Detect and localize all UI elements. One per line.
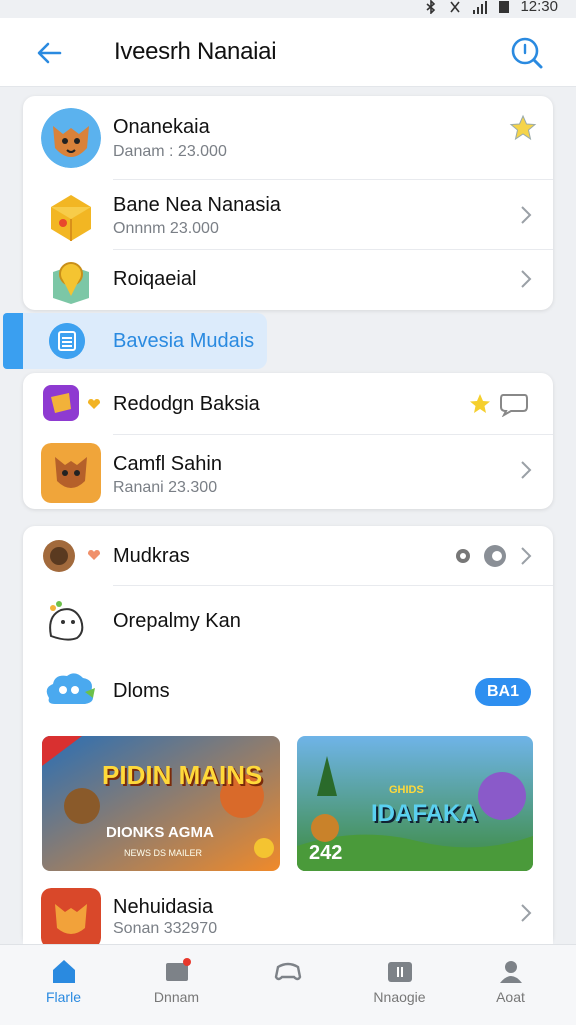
banner-subtitle: GHIDS xyxy=(389,784,424,796)
banner-title: IDAFAKA xyxy=(371,800,478,827)
map-pin-icon xyxy=(53,262,89,304)
item-title: Mudkras xyxy=(113,545,190,567)
ghost-icon xyxy=(49,601,84,641)
nav-label: Aoat xyxy=(496,989,525,1005)
banner-caption: NEWS DS MAILER xyxy=(124,848,203,858)
banner-subtitle: DIONKS AGMA xyxy=(106,824,214,841)
selected-nav-item[interactable]: Bavesia Mudais xyxy=(3,313,267,369)
item-title: Nehuidasia xyxy=(113,896,214,918)
nav-label: Nnaogie xyxy=(373,989,426,1005)
status-bar: 12:30 xyxy=(0,0,576,18)
selected-item-label: Bavesia Mudais xyxy=(113,330,255,352)
cloud-game-icon xyxy=(46,673,95,704)
item-title: Camfl Sahin xyxy=(113,453,222,475)
banner-card[interactable]: PIDIN MAINS DIONKS AGMA NEWS DS MAILER xyxy=(42,736,280,871)
item-subtitle: Danam : 23.000 xyxy=(113,143,227,160)
item-title: Roiqaeial xyxy=(113,268,197,290)
banner-card[interactable]: GHIDS IDAFAKA 242 xyxy=(297,736,533,871)
fox-game-icon xyxy=(41,443,101,503)
home-icon xyxy=(53,960,75,983)
star-icon[interactable] xyxy=(509,114,537,142)
item-title: Redodgn Baksia xyxy=(113,393,260,415)
nav-folder[interactable]: Nnaogie xyxy=(342,945,457,1025)
nav-label: Flarle xyxy=(45,989,81,1005)
list-item[interactable]: Roiqaeial xyxy=(23,250,553,310)
list-item[interactable]: Orepalmy Kan xyxy=(23,586,553,656)
status-time: 12:30 xyxy=(520,0,558,15)
profile-icon xyxy=(500,961,522,983)
cube-game-icon xyxy=(51,195,91,241)
media-icon xyxy=(166,958,191,981)
list-item[interactable]: Dloms xyxy=(23,656,553,726)
banner-caption: 242 xyxy=(309,842,343,864)
settings-icon[interactable] xyxy=(453,546,473,566)
toggle-icon[interactable] xyxy=(481,544,509,568)
chevron-right-icon xyxy=(521,270,532,288)
count-badge: BA1 xyxy=(475,678,531,706)
list-icon xyxy=(49,323,85,359)
item-title: Orepalmy Kan xyxy=(113,610,241,632)
fox-game-icon xyxy=(41,888,101,948)
item-title: Bane Nea Nanasia xyxy=(113,194,281,216)
list-item[interactable]: Onanekaia Danam : 23.000 xyxy=(23,96,553,180)
battery-icon xyxy=(499,0,510,13)
folder-icon xyxy=(388,962,412,982)
nav-media[interactable]: Dnnam xyxy=(119,945,234,1025)
bluetooth-icon xyxy=(426,0,436,14)
list-card-2: Redodgn Baksia Camfl Sahin Ranani 23.300 xyxy=(23,373,553,509)
heart-icon xyxy=(88,399,100,409)
chat-bubble-icon[interactable] xyxy=(499,391,529,417)
fox-avatar-icon xyxy=(41,108,101,168)
signal-icon xyxy=(473,0,488,14)
app-bar: Iveesrh Nanaiai xyxy=(0,18,576,87)
cookie-icon xyxy=(43,540,75,572)
bottom-navigation: Flarle Dnnam Nnaogie Aoat xyxy=(0,944,576,1025)
chevron-right-icon xyxy=(521,206,532,224)
controller-icon xyxy=(274,962,302,981)
nav-label: Dnnam xyxy=(153,989,200,1005)
back-arrow-icon[interactable] xyxy=(34,38,64,68)
purple-game-icon xyxy=(43,385,79,421)
banner-title: PIDIN MAINS xyxy=(102,760,263,790)
chevron-right-icon xyxy=(521,461,532,479)
nav-profile[interactable]: Aoat xyxy=(453,945,568,1025)
item-subtitle: Ranani 23.300 xyxy=(113,479,218,496)
chevron-right-icon xyxy=(521,547,532,565)
list-card-1: Onanekaia Danam : 23.000 Bane Nea Nanasi… xyxy=(23,96,553,310)
item-title: Dloms xyxy=(113,680,170,702)
list-item[interactable]: Mudkras xyxy=(23,526,553,586)
nav-home[interactable]: Flarle xyxy=(6,945,121,1025)
selection-indicator xyxy=(3,313,23,369)
item-subtitle: Sonan 332970 xyxy=(113,920,218,937)
list-item[interactable]: Redodgn Baksia xyxy=(23,373,553,435)
nav-controller[interactable] xyxy=(230,945,345,1025)
page-title: Iveesrh Nanaiai xyxy=(114,38,277,65)
list-card-4: Nehuidasia Sonan 332970 xyxy=(23,878,553,948)
list-item[interactable]: Bane Nea Nanasia Onnnm 23.000 xyxy=(23,180,553,250)
list-item[interactable]: Nehuidasia Sonan 332970 xyxy=(23,878,553,948)
vibrate-icon xyxy=(450,1,461,12)
star-icon[interactable] xyxy=(469,393,491,415)
search-icon[interactable] xyxy=(510,36,544,70)
item-subtitle: Onnnm 23.000 xyxy=(113,220,219,237)
heart-icon xyxy=(88,550,100,560)
chevron-right-icon xyxy=(521,904,532,922)
item-title: Onanekaia xyxy=(113,116,210,138)
list-item[interactable]: Camfl Sahin Ranani 23.300 xyxy=(23,435,553,509)
